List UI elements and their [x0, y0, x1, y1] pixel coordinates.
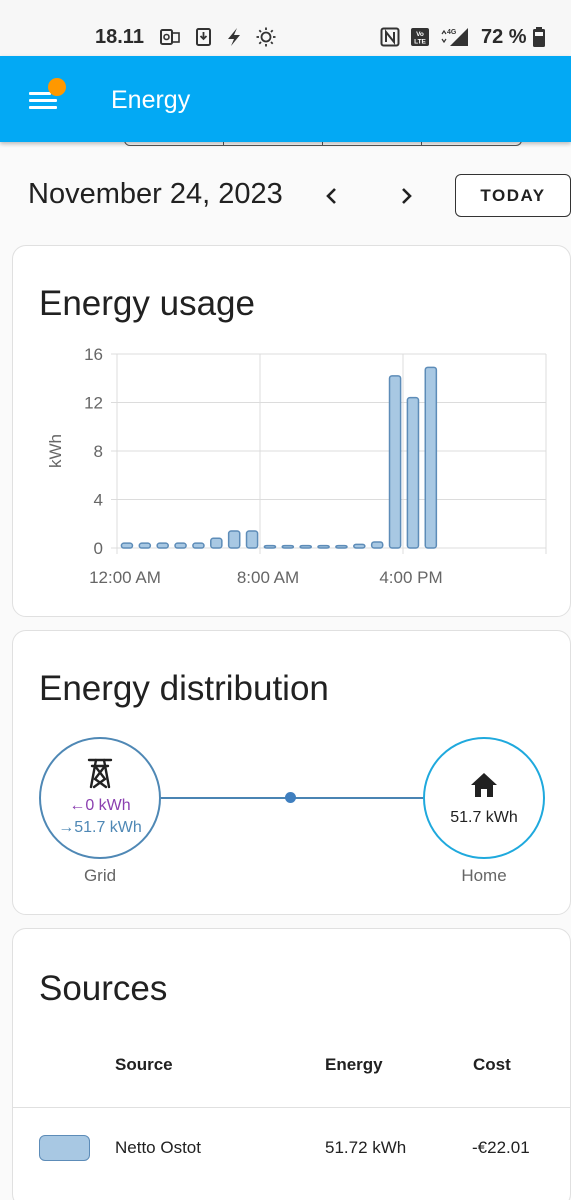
card-title: Energy distribution	[39, 669, 329, 708]
card-title: Sources	[39, 969, 168, 1008]
usage-bar	[370, 541, 384, 549]
column-header-source[interactable]: Source	[115, 1055, 173, 1075]
home-node[interactable]: 51.7 kWh	[423, 737, 545, 859]
signal-4g-icon: 4G	[441, 28, 468, 46]
usage-bar	[281, 544, 295, 549]
chevron-right-icon	[402, 188, 412, 204]
arrow-left-icon: ←	[69, 797, 86, 814]
next-day-button[interactable]	[390, 180, 422, 212]
usage-bar	[335, 544, 348, 549]
transmission-tower-icon	[87, 758, 113, 789]
y-tick-label: 8	[94, 442, 103, 461]
grid-export-text: 51.7 kWh	[74, 819, 142, 836]
battery-percent: 72 %	[481, 26, 527, 48]
source-cost: -€22.01	[472, 1138, 530, 1157]
column-header-energy[interactable]: Energy	[325, 1055, 383, 1075]
source-name: Netto Ostot	[115, 1138, 201, 1157]
svg-text:4G: 4G	[447, 29, 457, 36]
x-tick-label: 4:00 PM	[379, 568, 442, 587]
home-icon	[471, 773, 497, 797]
usage-bar	[245, 530, 259, 549]
app-bar: Energy	[0, 56, 571, 142]
source-energy: 51.72 kWh	[325, 1138, 407, 1157]
nfc-icon	[380, 27, 400, 47]
y-axis-label: kWh	[46, 434, 65, 468]
menu-icon-line	[29, 99, 57, 102]
x-tick-label: 12:00 AM	[89, 568, 161, 587]
battery-icon	[533, 27, 545, 47]
notification-badge	[48, 78, 66, 96]
y-tick-label: 4	[94, 491, 103, 510]
y-tick-label: 16	[84, 345, 103, 364]
usage-bar	[138, 542, 152, 549]
chevron-left-icon	[326, 188, 336, 204]
grid-import-value: ←0 kWh	[41, 797, 159, 815]
y-tick-label: 12	[84, 394, 103, 413]
usage-bar	[317, 544, 330, 549]
date-label: November 24, 2023	[28, 178, 283, 210]
page-title: Energy	[111, 86, 191, 114]
menu-button[interactable]	[22, 78, 68, 124]
usage-bar	[210, 537, 223, 549]
status-bar: 18.11 Vo LTE 4G 72 %	[0, 0, 571, 56]
energy-usage-card: Energy usage 0 4 8 12 16 12:00 AM 8:00 AM 4:00 …	[12, 245, 571, 617]
usage-bar	[227, 530, 241, 549]
y-tick-label: 0	[94, 539, 103, 558]
x-tick-label: 8:00 AM	[237, 568, 299, 587]
flash-icon	[228, 28, 240, 46]
sun-icon	[256, 27, 276, 47]
usage-bar	[353, 543, 366, 549]
volte-icon: Vo LTE	[411, 28, 429, 46]
flow-dot	[285, 792, 296, 803]
energy-usage-chart: 0 4 8 12 16 12:00 AM 8:00 AM 4:00 PM kWh	[46, 345, 547, 587]
usage-bar	[406, 396, 420, 549]
home-consumption-value: 51.7 kWh	[450, 809, 518, 826]
usage-bar	[388, 375, 402, 549]
column-header-cost[interactable]: Cost	[473, 1055, 511, 1075]
source-color-swatch	[39, 1135, 90, 1161]
usage-bar	[174, 542, 187, 549]
usage-bar	[192, 542, 205, 549]
sources-card: Sources Source Energy Cost Netto Ostot 5…	[12, 928, 571, 1200]
svg-text:LTE: LTE	[414, 39, 426, 46]
usage-bar	[156, 542, 169, 549]
grid-node[interactable]: ←0 kWh →51.7 kWh	[39, 737, 161, 859]
usage-bar	[120, 542, 134, 549]
table-divider	[13, 1107, 571, 1108]
grid-import-text: 0 kWh	[85, 797, 131, 814]
previous-day-button[interactable]	[316, 180, 348, 212]
usage-bar	[424, 366, 438, 549]
menu-icon-line	[29, 106, 57, 109]
today-button[interactable]: TODAY	[455, 174, 571, 217]
grid-export-value: →51.7 kWh	[41, 819, 159, 837]
energy-distribution-card: Energy distribution ←0 kWh →51.7 kWh Gri…	[12, 630, 571, 915]
outlook-icon	[160, 29, 180, 45]
download-icon	[196, 28, 211, 46]
grid-label: Grid	[83, 866, 117, 885]
menu-icon	[29, 92, 51, 95]
arrow-right-icon: →	[58, 819, 75, 836]
svg-text:Vo: Vo	[416, 31, 424, 38]
status-time: 18.11	[95, 26, 144, 48]
usage-bar	[299, 544, 312, 549]
usage-bar	[263, 544, 277, 549]
home-label: Home	[461, 866, 507, 885]
